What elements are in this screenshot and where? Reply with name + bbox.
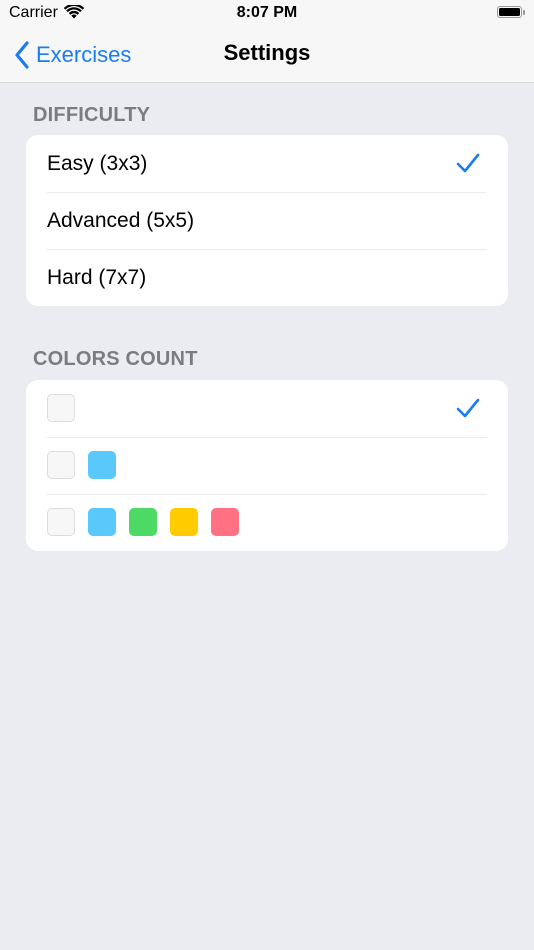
colors-count-option-1[interactable] <box>26 380 508 437</box>
difficulty-option-label: Hard (7x7) <box>47 265 147 289</box>
clock: 8:07 PM <box>236 4 298 21</box>
color-swatch <box>170 507 198 536</box>
color-swatch <box>129 507 157 536</box>
checkmark-icon <box>456 153 480 173</box>
colors-count-list <box>26 380 508 551</box>
battery-icon <box>497 6 526 19</box>
empty-color-swatch <box>47 450 75 479</box>
difficulty-section-header: DIFFICULTY <box>33 104 151 126</box>
colors-count-option-5[interactable] <box>26 494 508 551</box>
difficulty-option-label: Advanced (5x5) <box>47 208 195 232</box>
checkmark-icon <box>456 398 480 418</box>
color-swatches <box>47 393 75 422</box>
color-swatch <box>88 507 116 536</box>
empty-color-swatch <box>47 507 75 536</box>
color-swatch <box>211 507 239 536</box>
difficulty-list: Easy (3x3) Advanced (5x5) Hard (7x7) <box>26 135 508 306</box>
status-bar: Carrier 8:07 PM <box>0 0 534 28</box>
difficulty-option-label: Easy (3x3) <box>47 151 148 175</box>
difficulty-option-hard[interactable]: Hard (7x7) <box>26 249 508 306</box>
difficulty-option-easy[interactable]: Easy (3x3) <box>26 135 508 192</box>
colors-count-option-2[interactable] <box>26 437 508 494</box>
color-swatches <box>47 450 116 479</box>
colors-count-section-header: COLORS COUNT <box>33 348 198 370</box>
navigation-bar: Exercises Settings <box>0 28 534 83</box>
empty-color-swatch <box>47 393 75 422</box>
color-swatch <box>88 450 116 479</box>
page-title: Settings <box>223 40 311 65</box>
color-swatches <box>47 507 239 536</box>
difficulty-option-advanced[interactable]: Advanced (5x5) <box>26 192 508 249</box>
